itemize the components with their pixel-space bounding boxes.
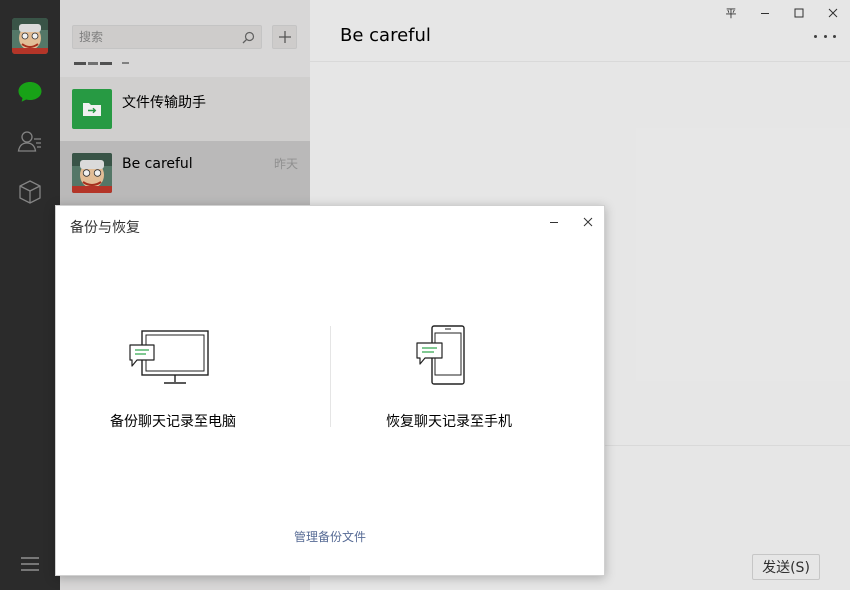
option-divider [330, 326, 331, 427]
backup-to-pc-option[interactable]: 备份聊天记录至电脑 [96, 326, 276, 436]
dialog-minimize-button[interactable] [542, 212, 566, 232]
manage-backup-files-link[interactable]: 管理备份文件 [294, 528, 366, 545]
phone-icon [416, 325, 465, 385]
monitor-icon [129, 330, 209, 384]
backup-label: 备份聊天记录至电脑 [110, 414, 236, 430]
minimize-icon [550, 222, 558, 223]
restore-label: 恢复聊天记录至手机 [386, 414, 512, 430]
backup-restore-dialog: 备份与恢复 备份聊天记录至电脑 恢复聊天记录至手机 管理备份文件 [55, 205, 605, 576]
restore-to-phone-option[interactable]: 恢复聊天记录至手机 [366, 321, 536, 436]
dialog-title: 备份与恢复 [70, 220, 140, 236]
dialog-close-button[interactable] [576, 212, 600, 232]
close-icon [583, 217, 593, 227]
